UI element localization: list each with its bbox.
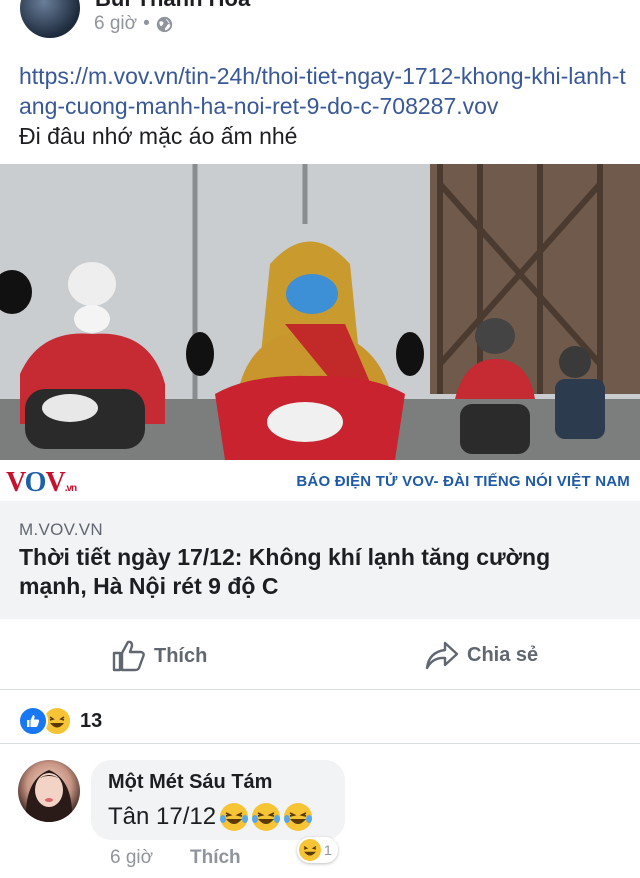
preview-title[interactable]: Thời tiết ngày 17/12: Không khí lạnh tăn… bbox=[19, 543, 619, 601]
commenter-name[interactable]: Một Mét Sáu Tám bbox=[108, 771, 272, 794]
post-time[interactable]: 6 giờ bbox=[94, 13, 137, 35]
comment-time[interactable]: 6 giờ bbox=[110, 847, 153, 869]
author-name[interactable]: Bùi Thanh Hoa bbox=[95, 0, 250, 12]
comment-body: Tân 17/12 bbox=[108, 803, 217, 830]
comment-reaction-count: 1 bbox=[324, 842, 332, 858]
post-link[interactable]: https://m.vov.vn/tin-24h/thoi-tiet-ngay-… bbox=[19, 61, 629, 121]
vov-tagline: BÁO ĐIỆN TỬ VOV- ĐÀI TIẾNG NÓI VIỆT NAM bbox=[296, 473, 630, 490]
haha-reaction-icon bbox=[299, 839, 321, 861]
share-label: Chia sẻ bbox=[467, 643, 539, 666]
laughing-tears-emoji-icon bbox=[252, 803, 281, 831]
commenter-avatar[interactable] bbox=[18, 760, 80, 822]
scene-illustration bbox=[0, 164, 640, 460]
preview-domain: M.VOV.VN bbox=[19, 520, 103, 539]
share-arrow-icon bbox=[425, 641, 459, 670]
divider bbox=[0, 743, 640, 744]
like-button[interactable]: Thích bbox=[112, 640, 207, 672]
thumbs-up-icon bbox=[112, 640, 145, 672]
reaction-count: 13 bbox=[80, 709, 103, 732]
news-image[interactable] bbox=[0, 164, 640, 460]
author-avatar[interactable] bbox=[20, 0, 80, 38]
comment-reaction-badge[interactable]: 1 bbox=[297, 837, 338, 863]
post-text: Đi đâu nhớ mặc áo ấm nhé bbox=[19, 123, 298, 149]
like-label: Thích bbox=[154, 644, 208, 667]
laughing-tears-emoji-icon bbox=[220, 803, 249, 831]
vov-logo: VOV.vn bbox=[6, 467, 77, 498]
post-meta: 6 giờ • bbox=[94, 13, 173, 35]
comment-text: Tân 17/12 bbox=[108, 803, 313, 831]
laughing-tears-emoji-icon bbox=[284, 803, 313, 831]
share-button[interactable]: Chia sẻ bbox=[425, 640, 538, 670]
meta-separator: • bbox=[143, 13, 150, 34]
reaction-summary[interactable]: 13 bbox=[18, 706, 102, 736]
comment-like-button[interactable]: Thích bbox=[190, 847, 241, 869]
globe-icon bbox=[156, 16, 172, 32]
post-actions-bar bbox=[0, 619, 640, 690]
like-reaction-icon bbox=[18, 706, 48, 736]
